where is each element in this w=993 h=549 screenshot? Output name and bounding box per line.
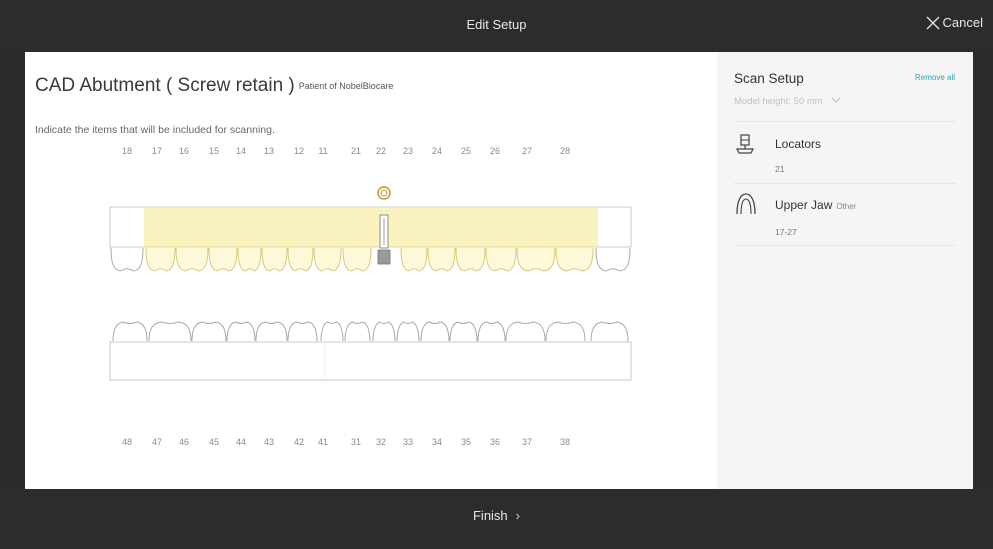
scan-item-locators[interactable]: Locators — [775, 137, 821, 151]
chevron-down-icon — [831, 97, 841, 103]
upper-tooth[interactable] — [110, 247, 144, 272]
finish-label: Finish — [472, 508, 508, 523]
selected-upper-tooth[interactable] — [555, 247, 594, 272]
page-title: Edit Setup — [466, 17, 527, 32]
upper-jaw-label: Upper Jaw — [775, 198, 833, 212]
main-panel: CAD Abutment ( Screw retain ) Patient of … — [25, 52, 973, 489]
locator-icon — [736, 134, 754, 154]
locators-label: Locators — [775, 137, 822, 151]
cancel-label: Cancel — [942, 15, 983, 30]
finish-button[interactable]: Finish › — [0, 508, 993, 523]
lower-tooth[interactable] — [226, 321, 256, 342]
lower-tooth[interactable] — [449, 321, 478, 342]
upper-teeth[interactable] — [110, 247, 631, 272]
selected-upper-tooth[interactable] — [455, 247, 486, 272]
selected-upper-tooth[interactable] — [516, 247, 556, 272]
upper-tooth[interactable] — [595, 247, 631, 272]
remove-all-link[interactable]: Remove all — [915, 73, 955, 82]
lower-tooth[interactable] — [320, 321, 344, 342]
selected-upper-tooth[interactable] — [313, 247, 342, 272]
lower-tooth[interactable] — [148, 321, 192, 342]
model-height-dropdown[interactable]: Model height: 50 mm — [734, 96, 841, 107]
chevron-right-icon: › — [515, 508, 521, 523]
selected-upper-tooth[interactable] — [261, 247, 288, 272]
scan-item-upper-jaw[interactable]: Upper Jaw Other — [775, 198, 856, 212]
locator-marker[interactable] — [377, 186, 391, 200]
lower-tooth[interactable] — [112, 321, 148, 342]
selected-upper-tooth[interactable] — [485, 247, 517, 272]
scan-setup-panel: Scan Setup Remove all Model height: 50 m… — [717, 52, 973, 489]
divider — [734, 121, 956, 122]
selected-upper-tooth[interactable] — [145, 247, 176, 272]
selected-upper-tooth[interactable] — [175, 247, 209, 272]
scan-setup-title: Scan Setup — [734, 71, 804, 86]
lower-tooth[interactable] — [344, 321, 371, 342]
lower-tooth[interactable] — [545, 321, 586, 342]
cancel-button[interactable]: Cancel — [926, 15, 983, 30]
lower-model-base[interactable] — [109, 341, 632, 381]
lower-tooth[interactable] — [420, 321, 450, 342]
lower-tooth[interactable] — [287, 321, 318, 342]
locators-teeth: 21 — [775, 164, 785, 174]
lower-teeth[interactable] — [112, 321, 629, 342]
lower-tooth[interactable] — [255, 321, 288, 342]
lower-tooth[interactable] — [477, 321, 506, 342]
model-height-value: Model height: 50 mm — [734, 96, 823, 107]
selected-upper-tooth[interactable] — [427, 247, 456, 272]
upper-jaw-teeth: 17-27 — [775, 227, 797, 237]
lower-tooth[interactable] — [191, 321, 227, 342]
selected-upper-tooth[interactable] — [208, 247, 238, 272]
bottom-bar: Finish › — [0, 489, 993, 549]
upper-jaw-icon — [736, 193, 756, 215]
selected-upper-tooth[interactable] — [237, 247, 262, 272]
selected-upper-tooth[interactable] — [400, 247, 428, 272]
dental-chart[interactable] — [25, 52, 717, 489]
upper-jaw-tag: Other — [836, 202, 857, 211]
lower-tooth[interactable] — [396, 321, 420, 342]
top-bar: Edit Setup Cancel — [0, 0, 993, 52]
divider — [734, 183, 956, 184]
selected-upper-tooth[interactable] — [342, 247, 372, 272]
upper-jaw-selection[interactable] — [144, 208, 598, 247]
lower-tooth[interactable] — [505, 321, 546, 342]
lower-tooth[interactable] — [372, 321, 396, 342]
close-icon — [926, 16, 939, 29]
lower-tooth[interactable] — [590, 321, 629, 342]
divider — [734, 245, 956, 246]
selected-upper-tooth[interactable] — [287, 247, 314, 272]
